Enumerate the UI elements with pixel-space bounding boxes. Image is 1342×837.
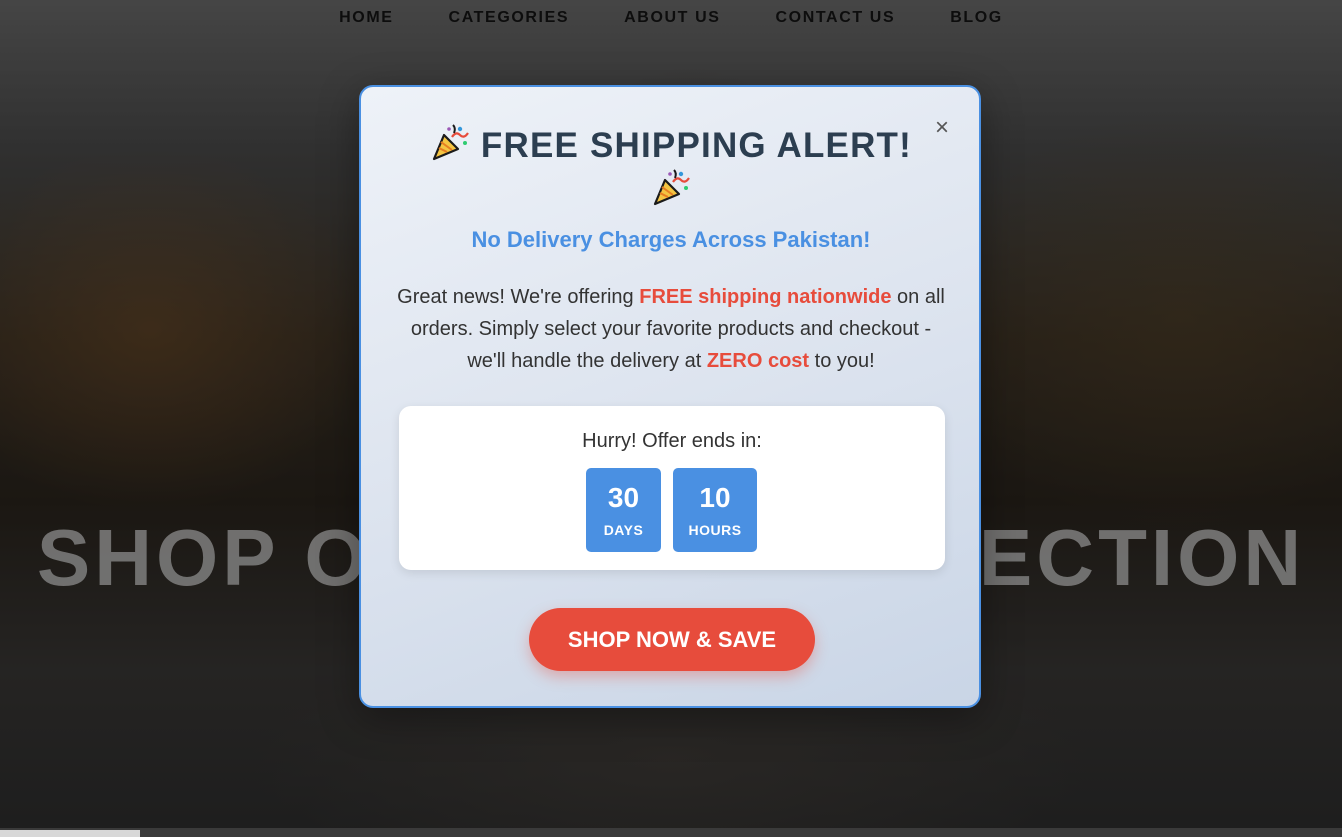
nav-home[interactable]: HOME bbox=[339, 9, 393, 27]
days-unit: DAYS bbox=[603, 522, 644, 538]
nav-blog[interactable]: BLOG bbox=[950, 9, 1003, 27]
modal-title: FREE SHIPPING ALERT! bbox=[401, 123, 941, 213]
top-nav: HOME CATEGORIES ABOUT US CONTACT US BLOG bbox=[0, 0, 1342, 36]
bottom-progress-segment bbox=[0, 830, 140, 837]
party-popper-icon bbox=[653, 169, 690, 206]
page: HOME CATEGORIES ABOUT US CONTACT US BLOG… bbox=[0, 0, 1342, 837]
hours-value: 10 bbox=[699, 482, 731, 513]
body-text: Great news! We're offering bbox=[397, 286, 640, 308]
days-value: 30 bbox=[607, 482, 640, 513]
countdown-label: Hurry! Offer ends in: bbox=[582, 430, 762, 452]
countdown-panel: Hurry! Offer ends in: 30 DAYS 10 HOURS bbox=[399, 406, 945, 570]
hours-unit: HOURS bbox=[688, 522, 742, 538]
countdown-days: 30 DAYS bbox=[586, 468, 661, 552]
countdown-hours: 10 HOURS bbox=[673, 468, 757, 552]
nav-categories[interactable]: CATEGORIES bbox=[449, 9, 570, 27]
nav-contact-us[interactable]: CONTACT US bbox=[776, 9, 896, 27]
free-shipping-modal: × FREE SHIPPING ALERT! No Delivery Charg… bbox=[359, 85, 981, 708]
party-popper-icon bbox=[432, 124, 469, 161]
body-text: to you! bbox=[809, 350, 875, 372]
highlight-zero-cost: ZERO cost bbox=[706, 350, 810, 372]
modal-subtitle: No Delivery Charges Across Pakistan! bbox=[471, 227, 871, 252]
modal-description: Great news! We're offering FREE shipping… bbox=[391, 281, 951, 377]
highlight-free-shipping: FREE shipping nationwide bbox=[639, 286, 892, 308]
shop-now-button[interactable]: SHOP NOW & SAVE bbox=[529, 608, 815, 671]
nav-about-us[interactable]: ABOUT US bbox=[624, 9, 720, 27]
modal-title-text: FREE SHIPPING ALERT! bbox=[480, 126, 912, 165]
bottom-scroll-bar bbox=[0, 828, 1342, 837]
